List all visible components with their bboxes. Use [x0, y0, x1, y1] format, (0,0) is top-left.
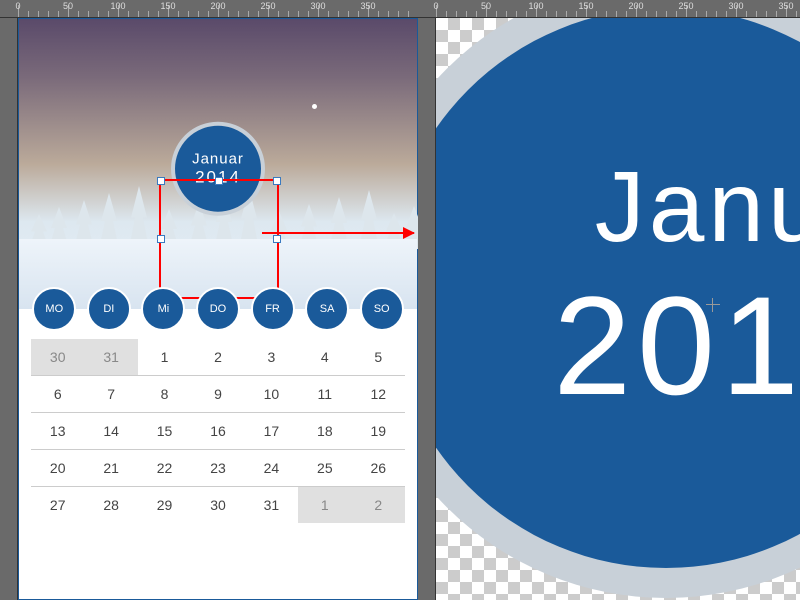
- calendar-cell[interactable]: 2: [191, 339, 244, 375]
- calendar-cell[interactable]: 10: [245, 376, 298, 412]
- horizontal-ruler: 0 50 100 150 200 250 300 350: [0, 0, 418, 18]
- ruler-tick-label: 100: [110, 1, 125, 11]
- horizontal-ruler: 0 50 100 150 200 250 300 350: [418, 0, 800, 18]
- weekday-row: MODIMiDOFRSASO: [19, 287, 417, 331]
- year-label: 2014: [195, 167, 241, 187]
- calendar-row: 13141516171819: [31, 413, 405, 450]
- calendar-cell[interactable]: 18: [298, 413, 351, 449]
- calendar-cell[interactable]: 29: [138, 487, 191, 523]
- calendar-cell[interactable]: 5: [352, 339, 405, 375]
- calendar-cell[interactable]: 15: [138, 413, 191, 449]
- calendar-row: 303112345: [31, 339, 405, 376]
- left-workspace[interactable]: Januar 2014 MODIMiDOFRSASO 3031123456789…: [18, 18, 418, 600]
- calendar-row: 272829303112: [31, 487, 405, 523]
- calendar-cell[interactable]: 22: [138, 450, 191, 486]
- weekday-circle: SA: [305, 287, 349, 331]
- weekday-circle: DI: [87, 287, 131, 331]
- ruler-tick-label: 300: [310, 1, 325, 11]
- calendar-cell[interactable]: 17: [245, 413, 298, 449]
- ruler-tick-label: 200: [210, 1, 225, 11]
- calendar-row: 6789101112: [31, 376, 405, 413]
- calendar-cell[interactable]: 30: [31, 339, 84, 375]
- weekday-circle: SO: [360, 287, 404, 331]
- calendar-cell[interactable]: 3: [245, 339, 298, 375]
- ruler-tick-label: 250: [260, 1, 275, 11]
- weekday-circle: Mi: [141, 287, 185, 331]
- calendar-cell[interactable]: 31: [245, 487, 298, 523]
- calendar-cell[interactable]: 9: [191, 376, 244, 412]
- ruler-tick-label: 300: [728, 1, 743, 11]
- calendar-cell[interactable]: 2: [352, 487, 405, 523]
- ruler-tick-label: 150: [578, 1, 593, 11]
- inner-circle[interactable]: Janua 2014: [436, 18, 800, 568]
- ruler-tick-label: 50: [481, 1, 491, 11]
- calendar-cell[interactable]: 25: [298, 450, 351, 486]
- calendar-cell[interactable]: 19: [352, 413, 405, 449]
- arrow-annotation: [262, 232, 414, 234]
- calendar-cell[interactable]: 13: [31, 413, 84, 449]
- ruler-tick-label: 250: [678, 1, 693, 11]
- calendar-cell[interactable]: 12: [352, 376, 405, 412]
- calendar-cell[interactable]: 4: [298, 339, 351, 375]
- left-editor-panel: 050100150200250300350 Januar 2014: [0, 0, 418, 600]
- moon-icon: [312, 104, 317, 109]
- calendar-cell[interactable]: 1: [138, 339, 191, 375]
- ruler-tick-label: 350: [778, 1, 793, 11]
- ruler-tick-label: 150: [160, 1, 175, 11]
- zoom-year-label: 2014: [553, 265, 800, 427]
- calendar-cell[interactable]: 26: [352, 450, 405, 486]
- ruler-tick-label: 100: [528, 1, 543, 11]
- month-title-circle[interactable]: Januar 2014: [171, 122, 265, 216]
- calendar-cell[interactable]: 6: [31, 376, 84, 412]
- calendar-cell[interactable]: 21: [84, 450, 137, 486]
- calendar-row: 20212223242526: [31, 450, 405, 487]
- calendar-cell[interactable]: 27: [31, 487, 84, 523]
- right-workspace[interactable]: Janua 2014: [436, 18, 800, 600]
- calendar-cell[interactable]: 28: [84, 487, 137, 523]
- calendar-cell[interactable]: 30: [191, 487, 244, 523]
- weekday-circle: DO: [196, 287, 240, 331]
- calendar-grid: 3031123456789101112131415161718192021222…: [19, 331, 417, 531]
- zoom-canvas[interactable]: Janua 2014: [436, 18, 800, 600]
- month-label: Januar: [192, 150, 244, 167]
- calendar-cell[interactable]: 20: [31, 450, 84, 486]
- vertical-ruler: [0, 18, 18, 600]
- weekday-circle: FR: [251, 287, 295, 331]
- weekday-circle: MO: [32, 287, 76, 331]
- zoom-month-label: Janua: [595, 150, 800, 265]
- vertical-ruler: [418, 18, 436, 600]
- calendar-cell[interactable]: 14: [84, 413, 137, 449]
- calendar-canvas[interactable]: Januar 2014 MODIMiDOFRSASO 3031123456789…: [18, 18, 418, 600]
- calendar-cell[interactable]: 23: [191, 450, 244, 486]
- ruler-tick-label: 200: [628, 1, 643, 11]
- calendar-cell[interactable]: 1: [298, 487, 351, 523]
- ruler-tick-label: 50: [63, 1, 73, 11]
- ruler-tick-label: 0: [433, 1, 438, 11]
- calendar-cell[interactable]: 31: [84, 339, 137, 375]
- ruler-tick-label: 0: [15, 1, 20, 11]
- right-editor-panel: 0 50 100 150 200 250 300 350 Janua 2014: [418, 0, 800, 600]
- ruler-tick-label: 350: [360, 1, 375, 11]
- calendar-cell[interactable]: 24: [245, 450, 298, 486]
- calendar-cell[interactable]: 7: [84, 376, 137, 412]
- calendar-cell[interactable]: 16: [191, 413, 244, 449]
- calendar-cell[interactable]: 8: [138, 376, 191, 412]
- hero-image: Januar 2014: [19, 19, 417, 309]
- calendar-cell[interactable]: 11: [298, 376, 351, 412]
